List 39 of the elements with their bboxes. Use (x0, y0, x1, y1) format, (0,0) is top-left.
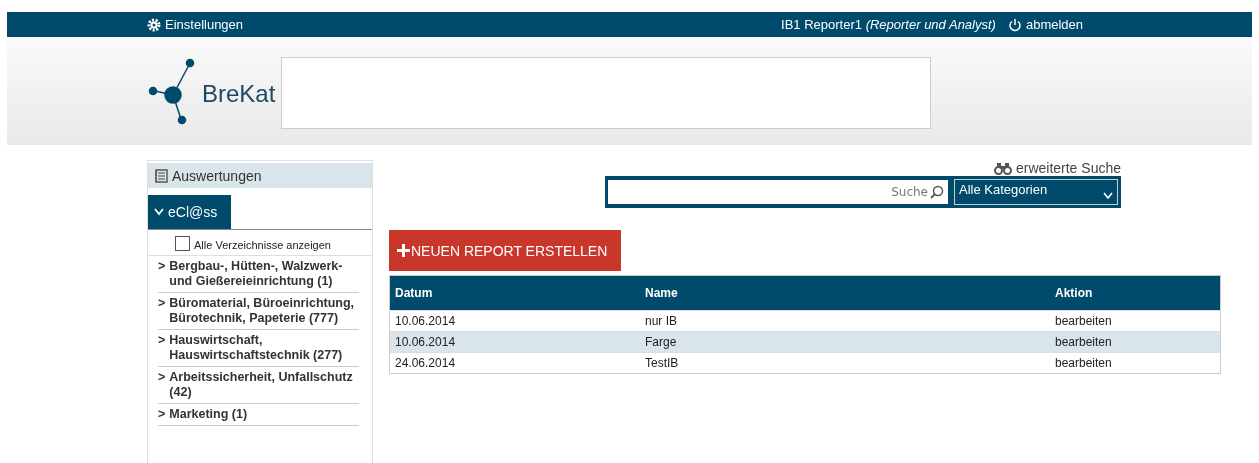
category-tab[interactable]: eCl@ss (148, 195, 232, 229)
search-field[interactable]: Suche (608, 180, 948, 204)
column-header: Datum (389, 275, 640, 311)
chevron-icon (1103, 192, 1113, 200)
settings-link[interactable]: Einstellungen (147, 17, 244, 32)
table-cell: 10.06.2014 (389, 310, 640, 332)
category-item[interactable]: > Hauswirtschaft, Hauswirtschaftstechnik (277) (158, 330, 359, 367)
advanced-search-link[interactable]: erweiterte Suche (993, 160, 1121, 176)
search-icon (930, 185, 944, 199)
edit-link[interactable]: bearbeiten (1050, 331, 1221, 353)
sidebar-title: Auswertungen (172, 167, 262, 184)
logout-link[interactable]: abmelden (1007, 17, 1084, 32)
category-item[interactable]: > Bergbau-, Hütten-, Walzwerk- und Gießereieinrichtung (1) (158, 256, 359, 293)
table-cell: TestIB (640, 352, 1050, 374)
binoculars-icon (993, 161, 1012, 175)
table-cell: nur IB (640, 310, 1050, 332)
table-cell: 10.06.2014 (389, 331, 640, 353)
column-header: Name (640, 275, 1050, 311)
category-item[interactable]: > Arbeitssicherheit, Unfallschutz (42) (158, 367, 359, 404)
category-dropdown[interactable]: Alle Kategorien (954, 179, 1118, 205)
edit-link[interactable]: bearbeiten (1050, 352, 1221, 374)
category-item[interactable]: > Marketing (1) (158, 404, 359, 426)
table-cell: 24.06.2014 (389, 352, 640, 374)
chevron-icon (154, 208, 164, 216)
new-report-button[interactable]: NEUEN REPORT ERSTELLEN (389, 230, 621, 271)
checkbox-label: Alle Verzeichnisse anzeigen (194, 239, 331, 251)
user-role: (Reporter und Analyst) (865, 17, 996, 32)
category-item[interactable]: > Büromaterial, Büroeinrichtung, Bürotechnik, Papeterie (777) (158, 293, 359, 330)
table-cell: Farge (640, 331, 1050, 353)
power-icon (1007, 17, 1022, 32)
settings-icon (147, 17, 161, 32)
column-header: Aktion (1050, 275, 1221, 311)
plus-icon (397, 244, 410, 257)
edit-link[interactable]: bearbeiten (1050, 310, 1221, 332)
search-button[interactable]: Suche (891, 185, 944, 199)
list-icon (154, 168, 168, 183)
checkbox[interactable] (175, 236, 190, 251)
user-name: IB1 Reporter1 (781, 17, 863, 32)
logo-text: BreKat (202, 80, 276, 108)
